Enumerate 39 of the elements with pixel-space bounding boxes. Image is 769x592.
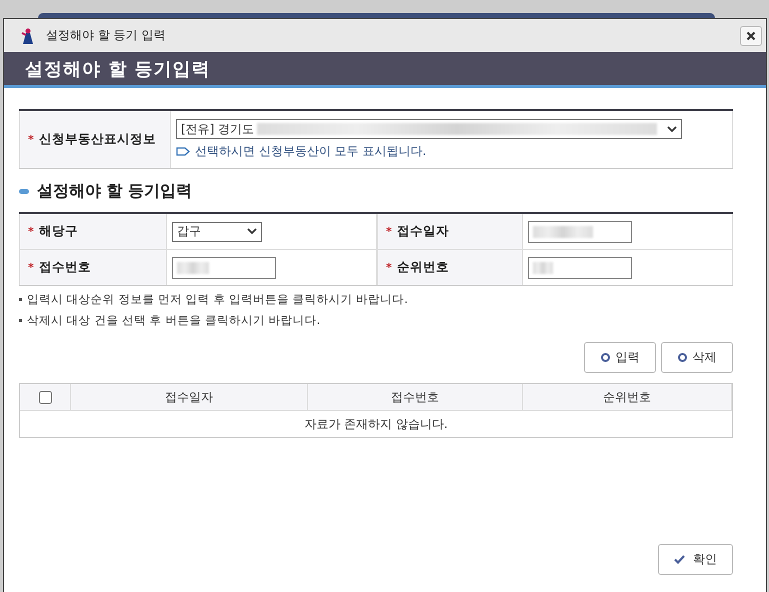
action-button[interactable]: 삭제 (661, 342, 733, 373)
required-mark: * (28, 261, 34, 274)
hint-text: 선택하시면 신청부동산이 모두 표시됩니다. (195, 143, 426, 160)
header-title: 설정해야 할 등기입력 (25, 58, 211, 80)
input-field[interactable] (528, 256, 632, 278)
select-field[interactable]: [전유] 경기도 (176, 119, 682, 139)
select-field[interactable]: 갑구 (172, 222, 262, 242)
chevron-down-icon (247, 228, 257, 235)
bullet-icon (19, 319, 22, 322)
field-label: 순위번호 (396, 259, 449, 276)
column-header: 접수번호 (308, 384, 523, 410)
bullet-icon (19, 298, 22, 301)
section-title: 설정해야 할 등기입력 (37, 181, 192, 202)
figure-icon (20, 26, 36, 44)
required-mark: * (28, 133, 34, 146)
column-header: 순위번호 (523, 384, 732, 410)
field-label: 접수번호 (38, 259, 91, 276)
tag-arrow-icon (176, 147, 190, 156)
note-text: 삭제시 대상 건을 선택 후 버튼을 클릭하시기 바랍니다. (27, 313, 320, 328)
note-text: 입력시 대상순위 정보를 먼저 입력 후 입력버튼을 클릭하시기 바랍니다. (27, 292, 408, 307)
check-icon (674, 555, 685, 564)
field-label: 해당구 (38, 223, 78, 240)
input-field[interactable] (528, 220, 632, 242)
close-button[interactable] (740, 26, 762, 46)
window-title: 설정해야 할 등기 입력 (46, 27, 166, 44)
required-mark: * (386, 261, 392, 274)
field-label: 신청부동산표시정보 (38, 131, 156, 148)
close-icon (746, 30, 756, 40)
required-mark: * (386, 225, 392, 238)
bullet-icon (19, 189, 29, 194)
column-header: 접수일자 (71, 384, 308, 410)
action-button[interactable]: 입력 (584, 342, 656, 373)
empty-message: 자료가 존재하지 않습니다. (20, 410, 732, 437)
select-all-checkbox[interactable] (38, 390, 52, 404)
field-label: 접수일자 (396, 223, 449, 240)
confirm-button[interactable]: 확인 (658, 544, 733, 575)
chevron-down-icon (667, 126, 677, 132)
input-field[interactable] (172, 256, 276, 278)
required-mark: * (28, 225, 34, 238)
